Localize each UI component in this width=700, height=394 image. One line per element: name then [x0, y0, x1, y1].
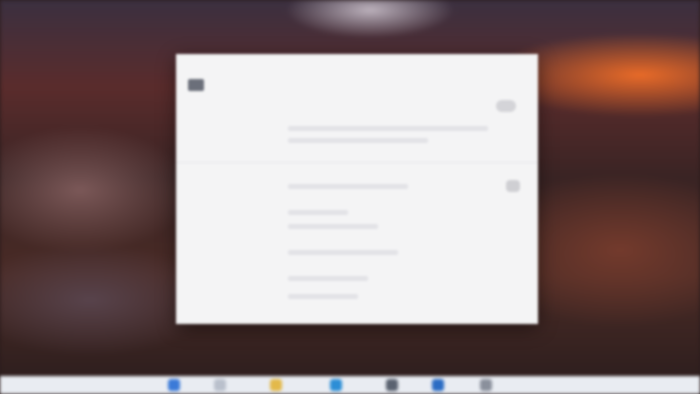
content-line [288, 138, 428, 143]
content-line [288, 184, 408, 189]
close-button[interactable] [496, 100, 516, 112]
content-line [288, 294, 358, 299]
taskbar [0, 376, 700, 394]
content-line [288, 210, 348, 215]
app-icon [188, 79, 204, 91]
divider [176, 162, 538, 163]
browser-icon[interactable] [330, 379, 342, 391]
content-line [288, 224, 378, 229]
settings-icon[interactable] [480, 379, 492, 391]
window-titlebar [176, 54, 538, 102]
mail-icon[interactable] [432, 379, 444, 391]
app-window [176, 54, 538, 324]
file-explorer-icon[interactable] [270, 379, 282, 391]
content-line [288, 126, 488, 131]
store-icon[interactable] [386, 379, 398, 391]
search-icon[interactable] [214, 379, 226, 391]
content-line [288, 276, 368, 281]
start-icon[interactable] [168, 379, 180, 391]
expand-toggle-button[interactable] [506, 180, 520, 192]
content-line [288, 250, 398, 255]
